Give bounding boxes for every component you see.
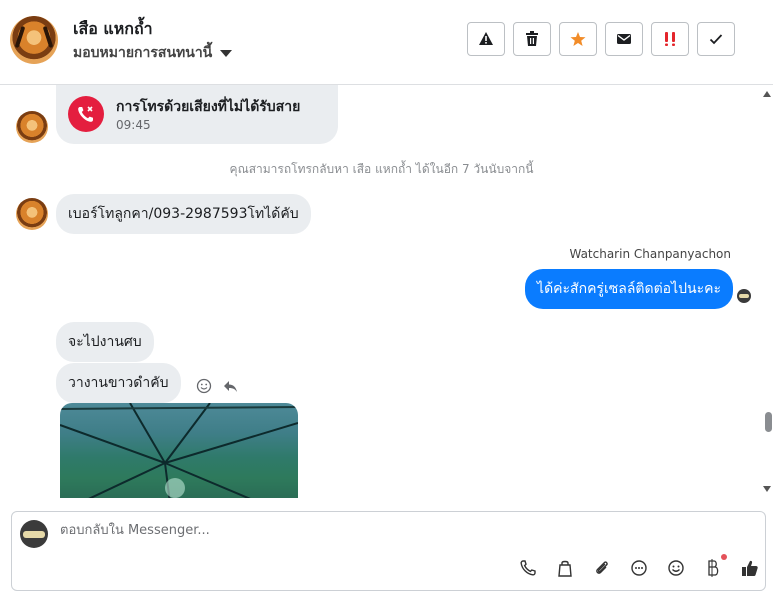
spam-button[interactable] [651,22,689,56]
missed-call-bubble[interactable]: การโทรด้วยเสียงที่ไม่ได้รับสาย 09:45 [56,85,338,144]
reply-icon[interactable] [222,378,238,394]
mark-unread-button[interactable] [605,22,643,56]
reply-input[interactable] [58,522,712,539]
composer-tools [518,554,760,578]
trash-icon [526,31,538,46]
warning-icon [479,32,493,45]
star-icon [570,32,586,46]
mail-icon [617,34,631,44]
incoming-message[interactable]: เบอร์โทลูกคา/093-2987593โทได้คับ [56,194,311,234]
caret-down-icon [220,49,233,57]
contact-avatar-small [16,111,48,143]
scroll-up-icon[interactable] [763,91,771,97]
reply-composer [11,511,766,591]
image-attachment[interactable] [60,403,298,498]
assign-conversation-dropdown[interactable]: มอบหมายการสนทนานี้ [73,42,233,64]
sender-name: Watcharin Chanpanyachon [569,247,731,261]
incoming-message[interactable]: จะไปงานศบ [56,322,154,362]
contact-avatar[interactable] [10,16,58,64]
paperclip-icon[interactable] [592,558,612,578]
warning-button[interactable] [467,22,505,56]
check-icon [709,34,723,45]
missed-call-icon [68,96,104,132]
notification-dot [721,554,727,560]
seen-avatar [737,289,751,303]
star-button[interactable] [559,22,597,56]
conversation-header: เสือ แหกถ้ำ มอบหมายการสนทนานี้ [0,0,773,85]
spam-icon [665,32,675,46]
outgoing-message[interactable]: ได้ค่ะสักครู่เซลล์ติดต่อไปนะคะ [525,269,733,309]
bold-b-icon[interactable] [703,554,727,578]
message-thread[interactable]: การโทรด้วยเสียงที่ไม่ได้รับสาย 09:45 คุณ… [0,85,773,498]
contact-avatar-small [16,198,48,230]
assign-label: มอบหมายการสนทนานี้ [73,45,213,61]
scroll-down-icon[interactable] [763,486,771,492]
delete-button[interactable] [513,22,551,56]
emoji-icon[interactable] [666,558,686,578]
page-avatar [20,520,48,548]
incoming-message[interactable]: วางานขาวดำคับ [56,363,181,403]
react-emoji-icon[interactable] [196,378,212,394]
missed-call-time: 09:45 [116,118,151,132]
phone-icon[interactable] [518,558,538,578]
header-actions [467,22,735,56]
contact-name[interactable]: เสือ แหกถ้ำ [73,17,153,42]
mark-done-button[interactable] [697,22,735,56]
system-note: คุณสามารถโทรกลับหา เสือ แหกถ้ำ ได้ในอีก … [229,162,534,176]
thread-scrollbar[interactable] [763,85,773,498]
message-actions [196,378,238,394]
chat-bubble-icon[interactable] [629,558,649,578]
bag-icon[interactable] [555,558,575,578]
missed-call-title: การโทรด้วยเสียงที่ไม่ได้รับสาย [116,99,301,115]
thumbs-up-icon[interactable] [740,558,760,578]
scroll-thumb[interactable] [765,412,772,432]
